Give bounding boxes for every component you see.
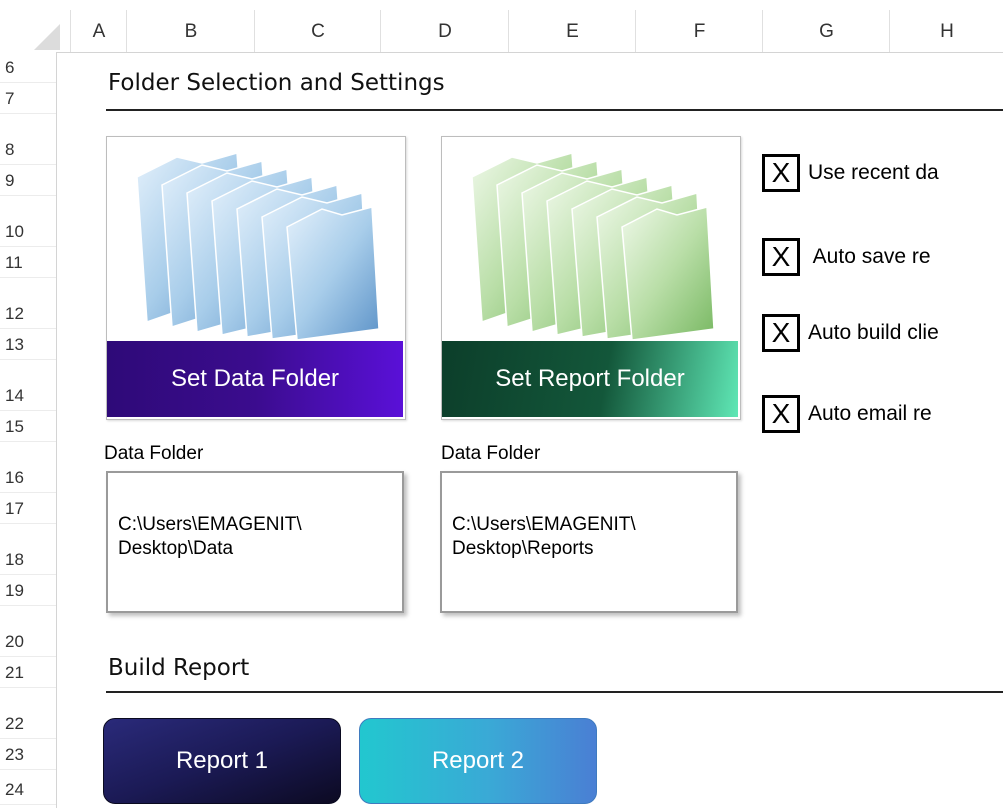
data-folder-label: Data Folder: [104, 443, 204, 464]
auto-save-report-checkbox[interactable]: X: [762, 238, 800, 276]
row-header-bar: 6 7 8 9 10 11 12 13 14 15 16 17 18 19 20…: [0, 52, 57, 808]
auto-save-report-label: Auto save re: [808, 245, 931, 268]
column-header-b[interactable]: B: [126, 10, 255, 52]
report-folder-card[interactable]: Set Report Folder: [441, 136, 741, 420]
use-recent-data-label: Use recent da: [808, 161, 939, 184]
row-header[interactable]: 19: [0, 575, 56, 606]
set-report-folder-button[interactable]: Set Report Folder: [442, 341, 738, 417]
report-folder-path-line2: Desktop\Reports: [452, 538, 594, 559]
column-header-d[interactable]: D: [380, 10, 509, 52]
report-folder-path-line1: C:\Users\EMAGENIT\: [452, 514, 636, 535]
select-all-triangle: [34, 24, 60, 50]
report-folder-label: Data Folder: [441, 443, 541, 464]
option-auto-build-client[interactable]: X Auto build clie: [762, 312, 939, 354]
row-header[interactable]: 17: [0, 493, 56, 524]
data-folder-path-line1: C:\Users\EMAGENIT\: [118, 514, 302, 535]
option-auto-save-report[interactable]: X Auto save re: [762, 236, 931, 278]
auto-build-client-checkbox[interactable]: X: [762, 314, 800, 352]
folder-section-title: Folder Selection and Settings: [108, 70, 445, 96]
row-header[interactable]: 6: [0, 52, 56, 83]
row-header[interactable]: 15: [0, 411, 56, 442]
row-header[interactable]: 20: [0, 626, 56, 657]
report-1-button[interactable]: Report 1: [103, 718, 341, 804]
row-header[interactable]: 11: [0, 247, 56, 278]
row-header[interactable]: 23: [0, 739, 56, 770]
report-2-button[interactable]: Report 2: [359, 718, 597, 804]
data-folder-path-line2: Desktop\Data: [118, 538, 234, 559]
row-header[interactable]: 22: [0, 708, 56, 739]
column-header-bar: A B C D E F G H: [0, 10, 1003, 53]
use-recent-data-checkbox[interactable]: X: [762, 154, 800, 192]
row-header[interactable]: 21: [0, 657, 56, 688]
row-header[interactable]: 24: [0, 774, 56, 805]
column-header-a[interactable]: A: [70, 10, 127, 52]
build-report-title: Build Report: [108, 655, 250, 681]
report-folder-path-box[interactable]: C:\Users\EMAGENIT\ Desktop\Reports: [440, 471, 738, 613]
folder-section-underline: [106, 109, 1003, 111]
row-header[interactable]: 18: [0, 544, 56, 575]
column-header-g[interactable]: G: [762, 10, 890, 52]
row-header[interactable]: 14: [0, 380, 56, 411]
auto-email-report-checkbox[interactable]: X: [762, 395, 800, 433]
row-header[interactable]: 8: [0, 134, 56, 165]
column-header-c[interactable]: C: [254, 10, 381, 52]
green-folders-icon: [471, 152, 715, 341]
blue-folders-icon: [136, 152, 380, 341]
column-header-e[interactable]: E: [508, 10, 636, 52]
row-header[interactable]: 16: [0, 462, 56, 493]
auto-build-client-label: Auto build clie: [808, 321, 939, 344]
row-header[interactable]: 12: [0, 298, 56, 329]
option-use-recent-data[interactable]: X Use recent da: [762, 152, 939, 194]
row-header[interactable]: 10: [0, 216, 56, 247]
column-header-h[interactable]: H: [889, 10, 1003, 52]
row-header[interactable]: 7: [0, 83, 56, 114]
data-folder-path-box[interactable]: C:\Users\EMAGENIT\ Desktop\Data: [106, 471, 404, 613]
select-all-corner[interactable]: [0, 10, 70, 52]
set-data-folder-button[interactable]: Set Data Folder: [107, 341, 403, 417]
data-folder-card[interactable]: Set Data Folder: [106, 136, 406, 420]
build-report-underline: [106, 691, 1003, 693]
column-header-f[interactable]: F: [635, 10, 763, 52]
option-auto-email-report[interactable]: X Auto email re: [762, 393, 932, 435]
row-header[interactable]: 13: [0, 329, 56, 360]
row-header[interactable]: 9: [0, 165, 56, 196]
auto-email-report-label: Auto email re: [808, 402, 932, 425]
